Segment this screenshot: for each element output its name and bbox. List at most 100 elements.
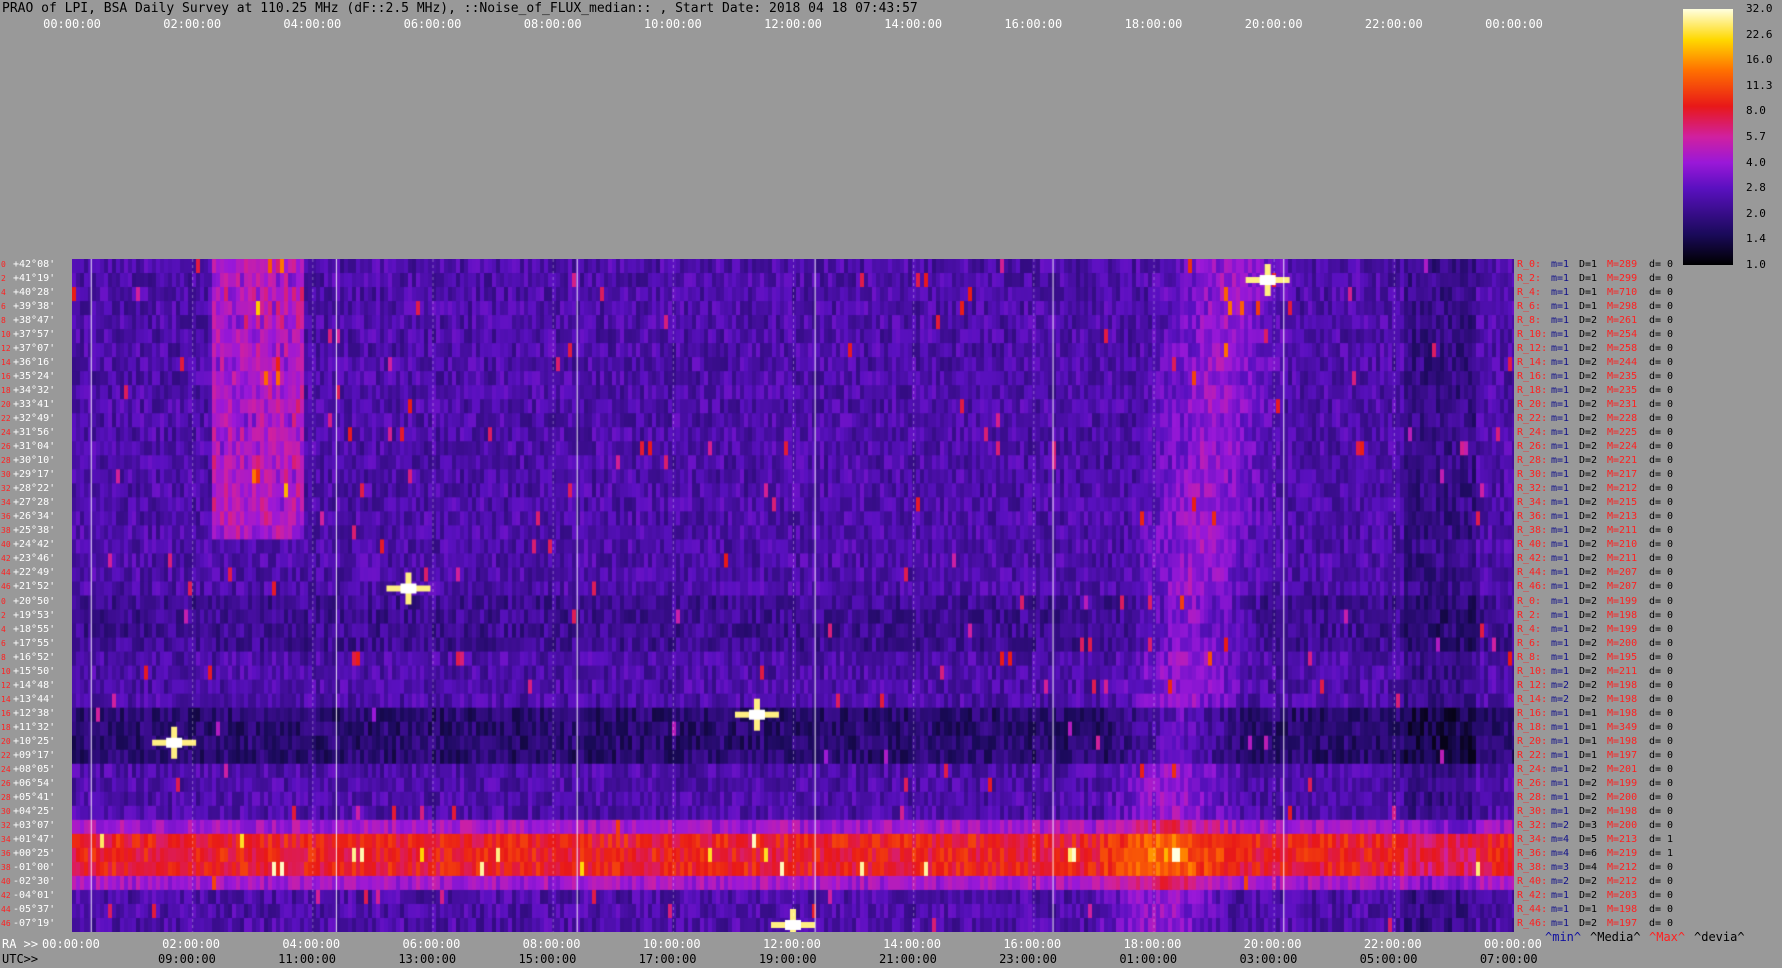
beam-id: R_24:: [1517, 763, 1548, 775]
colorbar-tick: 4.0: [1746, 155, 1766, 169]
beam-median: D=6: [1579, 847, 1598, 859]
utc-axis-tick: 17:00:00: [638, 952, 697, 966]
beam-min: m=1: [1551, 357, 1570, 369]
top-axis-tick: 04:00:00: [283, 17, 342, 31]
beam-median: D=1: [1579, 721, 1598, 733]
top-axis-tick: 18:00:00: [1124, 17, 1183, 31]
top-axis-tick: 06:00:00: [403, 17, 462, 31]
beam-deviation: d= 0: [1649, 875, 1674, 887]
beam-number: 20: [1, 736, 11, 746]
utc-axis-tick: 19:00:00: [758, 952, 817, 966]
beam-id: R_34:: [1517, 833, 1548, 845]
beam-max: M=195: [1607, 651, 1638, 663]
beam-deviation: d= 0: [1649, 315, 1674, 327]
beam-max: M=199: [1607, 623, 1638, 635]
beam-min: m=1: [1551, 651, 1570, 663]
beam-number: 24: [1, 764, 11, 774]
beam-number: 0: [1, 596, 6, 606]
beam-median: D=2: [1579, 581, 1598, 593]
beam-min: m=4: [1551, 847, 1570, 859]
utc-axis-tick: 23:00:00: [999, 952, 1057, 966]
beam-number: 8: [1, 652, 6, 662]
beam-deviation: d= 1: [1649, 833, 1674, 845]
beam-min: m=1: [1551, 371, 1570, 383]
beam-deviation: d= 0: [1649, 693, 1674, 705]
utc-axis-tick: 01:00:00: [1119, 952, 1178, 966]
colorbar-tick: 2.8: [1746, 181, 1766, 195]
beam-median: D=2: [1579, 315, 1598, 327]
legend-item: ^min^: [1545, 930, 1582, 944]
beam-id: R_16:: [1517, 371, 1548, 383]
beam-min: m=1: [1551, 455, 1570, 467]
top-axis-tick: 20:00:00: [1244, 17, 1303, 31]
beam-number: 10: [1, 330, 11, 340]
beam-deviation: d= 0: [1649, 595, 1674, 607]
beam-number: 44: [1, 904, 11, 914]
beam-deviation: d= 0: [1649, 441, 1674, 453]
declination-label: +08°05': [13, 763, 56, 775]
declination-label: +37°57': [13, 329, 56, 341]
beam-median: D=1: [1579, 903, 1598, 915]
beam-max: M=228: [1607, 413, 1638, 425]
beam-max: M=225: [1607, 427, 1638, 439]
beam-id: R_22:: [1517, 413, 1548, 425]
beam-max: M=198: [1607, 735, 1638, 747]
declination-label: -04°01': [13, 889, 56, 901]
top-axis-tick: 16:00:00: [1004, 17, 1063, 31]
beam-number: 28: [1, 456, 11, 466]
beam-number: 46: [1, 918, 11, 928]
beam-id: R_24:: [1517, 427, 1548, 439]
declination-label: +42°08': [13, 259, 56, 270]
beam-median: D=1: [1579, 301, 1598, 313]
beam-id: R_36:: [1517, 511, 1548, 523]
colorbar-tick: 11.3: [1746, 78, 1773, 92]
declination-label: +18°55': [13, 623, 56, 635]
beam-min: m=1: [1551, 301, 1570, 313]
beam-number: 14: [1, 358, 11, 368]
beam-min: m=1: [1551, 427, 1570, 439]
beam-id: R_46:: [1517, 581, 1548, 593]
declination-label: +28°22': [13, 483, 56, 495]
beam-deviation: d= 0: [1649, 553, 1674, 565]
beam-deviation: d= 0: [1649, 679, 1674, 691]
beam-deviation: d= 0: [1649, 525, 1674, 537]
ra-axis-tick: 18:00:00: [1123, 937, 1182, 951]
beam-number: 38: [1, 526, 11, 536]
beam-id: R_10:: [1517, 665, 1548, 677]
top-axis-tick: 02:00:00: [163, 17, 222, 31]
beam-deviation: d= 0: [1649, 721, 1674, 733]
beam-min: m=1: [1551, 889, 1570, 901]
beam-max: M=298: [1607, 301, 1638, 313]
declination-label: +35°24': [13, 371, 56, 383]
beam-id: R_30:: [1517, 469, 1548, 481]
declination-label: +30°10': [13, 455, 56, 467]
beam-number: 32: [1, 484, 11, 494]
colorbar-tick: 2.0: [1746, 206, 1766, 220]
beam-number: 24: [1, 428, 11, 438]
declination-label: +13°44': [13, 693, 56, 705]
ra-axis-tick: 20:00:00: [1243, 937, 1302, 951]
beam-deviation: d= 0: [1649, 385, 1674, 397]
beam-deviation: d= 0: [1649, 539, 1674, 551]
beam-max: M=219: [1607, 847, 1638, 859]
beam-id: R_4:: [1517, 287, 1542, 299]
beam-min: m=1: [1551, 553, 1570, 565]
beam-max: M=200: [1607, 819, 1638, 831]
beam-deviation: d= 0: [1649, 567, 1674, 579]
ra-axis-tick: 02:00:00: [162, 937, 220, 951]
beam-max: M=207: [1607, 581, 1638, 593]
declination-label: +40°28': [13, 287, 56, 299]
beam-median: D=2: [1579, 693, 1598, 705]
beam-deviation: d= 0: [1649, 413, 1674, 425]
colorbar-tick: 16.0: [1746, 53, 1773, 67]
beam-min: m=1: [1551, 609, 1570, 621]
beam-max: M=213: [1607, 511, 1638, 523]
beam-number: 30: [1, 470, 11, 480]
beam-deviation: d= 0: [1649, 371, 1674, 383]
beam-number: 16: [1, 372, 11, 382]
ra-axis-tick: 12:00:00: [763, 937, 821, 951]
beam-min: m=1: [1551, 721, 1570, 733]
beam-median: D=1: [1579, 259, 1598, 270]
beam-min: m=1: [1551, 707, 1570, 719]
beam-id: R_14:: [1517, 693, 1548, 705]
